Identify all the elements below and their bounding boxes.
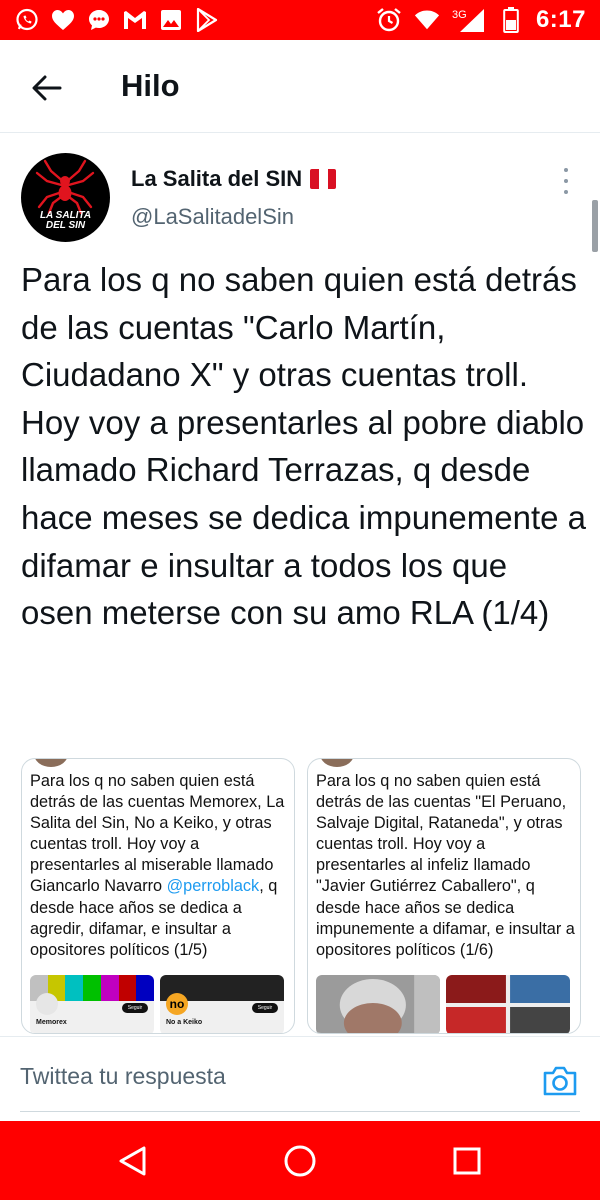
media-image-2[interactable]: Para los q no saben quien está detrás de… bbox=[307, 758, 581, 1034]
page-title: Hilo bbox=[121, 68, 180, 103]
scrollbar[interactable] bbox=[592, 200, 598, 252]
memorex-avatar bbox=[36, 993, 58, 1015]
navigation-bar bbox=[0, 1121, 600, 1200]
signal-icon: 3G bbox=[452, 7, 486, 33]
follow-button-1: Seguir bbox=[122, 1003, 148, 1013]
alarm-icon bbox=[376, 7, 402, 33]
display-name: La Salita del SIN bbox=[131, 166, 303, 191]
tweet-text: Para los q no saben quien está detrás de… bbox=[21, 261, 586, 632]
embedded-thumbnails bbox=[316, 975, 570, 1033]
collage-thumbnail bbox=[446, 975, 570, 1033]
no-a-keiko-label: No a Keiko bbox=[166, 1019, 203, 1026]
system-icons: 3G 6:17 bbox=[376, 6, 586, 34]
embedded-avatar bbox=[320, 759, 354, 767]
more-options-button[interactable] bbox=[556, 168, 576, 194]
portrait-photo bbox=[316, 975, 440, 1033]
embedded-tweet-text: Para los q no saben quien está detrás de… bbox=[30, 772, 285, 959]
message-bubble-icon bbox=[86, 7, 112, 33]
whatsapp-icon bbox=[14, 7, 40, 33]
gallery-icon bbox=[158, 7, 184, 33]
memorex-label: Memorex bbox=[36, 1019, 67, 1026]
status-bar: 3G 6:17 bbox=[0, 0, 600, 40]
recents-square-icon bbox=[453, 1147, 481, 1175]
tweet-media: Para los q no saben quien está detrás de… bbox=[21, 758, 581, 1034]
back-triangle-icon bbox=[119, 1146, 146, 1176]
camera-button[interactable] bbox=[540, 1063, 580, 1099]
embedded-mention-link: @perroblack bbox=[166, 877, 260, 896]
memorex-thumbnail: Seguir Memorex bbox=[30, 975, 154, 1033]
battery-icon bbox=[498, 7, 524, 33]
avatar[interactable]: LA SALITA DEL SIN bbox=[21, 153, 110, 242]
avatar-label: LA SALITA DEL SIN bbox=[39, 210, 92, 231]
peru-flag-icon bbox=[310, 169, 337, 189]
camera-icon bbox=[543, 1066, 577, 1096]
back-button[interactable] bbox=[22, 68, 72, 108]
gmail-icon bbox=[122, 7, 148, 33]
embedded-avatar bbox=[34, 759, 68, 767]
reply-bar: Twittea tu respuesta bbox=[0, 1036, 600, 1121]
home-circle-icon bbox=[284, 1145, 316, 1177]
tweet-handle[interactable]: @LaSalitadelSin bbox=[131, 204, 294, 230]
embedded-tweet-text: Para los q no saben quien está detrás de… bbox=[316, 772, 575, 959]
arrow-left-icon bbox=[32, 75, 62, 101]
wifi-icon bbox=[414, 7, 440, 33]
app-header: Hilo bbox=[0, 40, 600, 133]
nav-home-button[interactable] bbox=[278, 1139, 322, 1183]
no-a-keiko-thumbnail: no Seguir No a Keiko bbox=[160, 975, 284, 1033]
reply-input[interactable]: Twittea tu respuesta bbox=[20, 1063, 520, 1099]
nav-back-button[interactable] bbox=[111, 1139, 155, 1183]
follow-button-2: Seguir bbox=[252, 1003, 278, 1013]
heart-icon bbox=[50, 7, 76, 33]
nav-recents-button[interactable] bbox=[445, 1139, 489, 1183]
media-image-1[interactable]: Para los q no saben quien está detrás de… bbox=[21, 758, 295, 1034]
notification-icons bbox=[14, 6, 220, 34]
embedded-thumbnails: Seguir Memorex no Seguir No a Keiko bbox=[30, 975, 284, 1033]
no-a-keiko-logo: no bbox=[166, 993, 188, 1015]
clock: 6:17 bbox=[535, 6, 586, 33]
tweet-author[interactable]: La Salita del SIN bbox=[131, 166, 337, 192]
reply-divider bbox=[20, 1111, 580, 1112]
network-type: 3G bbox=[451, 9, 467, 21]
play-store-icon bbox=[194, 7, 220, 33]
